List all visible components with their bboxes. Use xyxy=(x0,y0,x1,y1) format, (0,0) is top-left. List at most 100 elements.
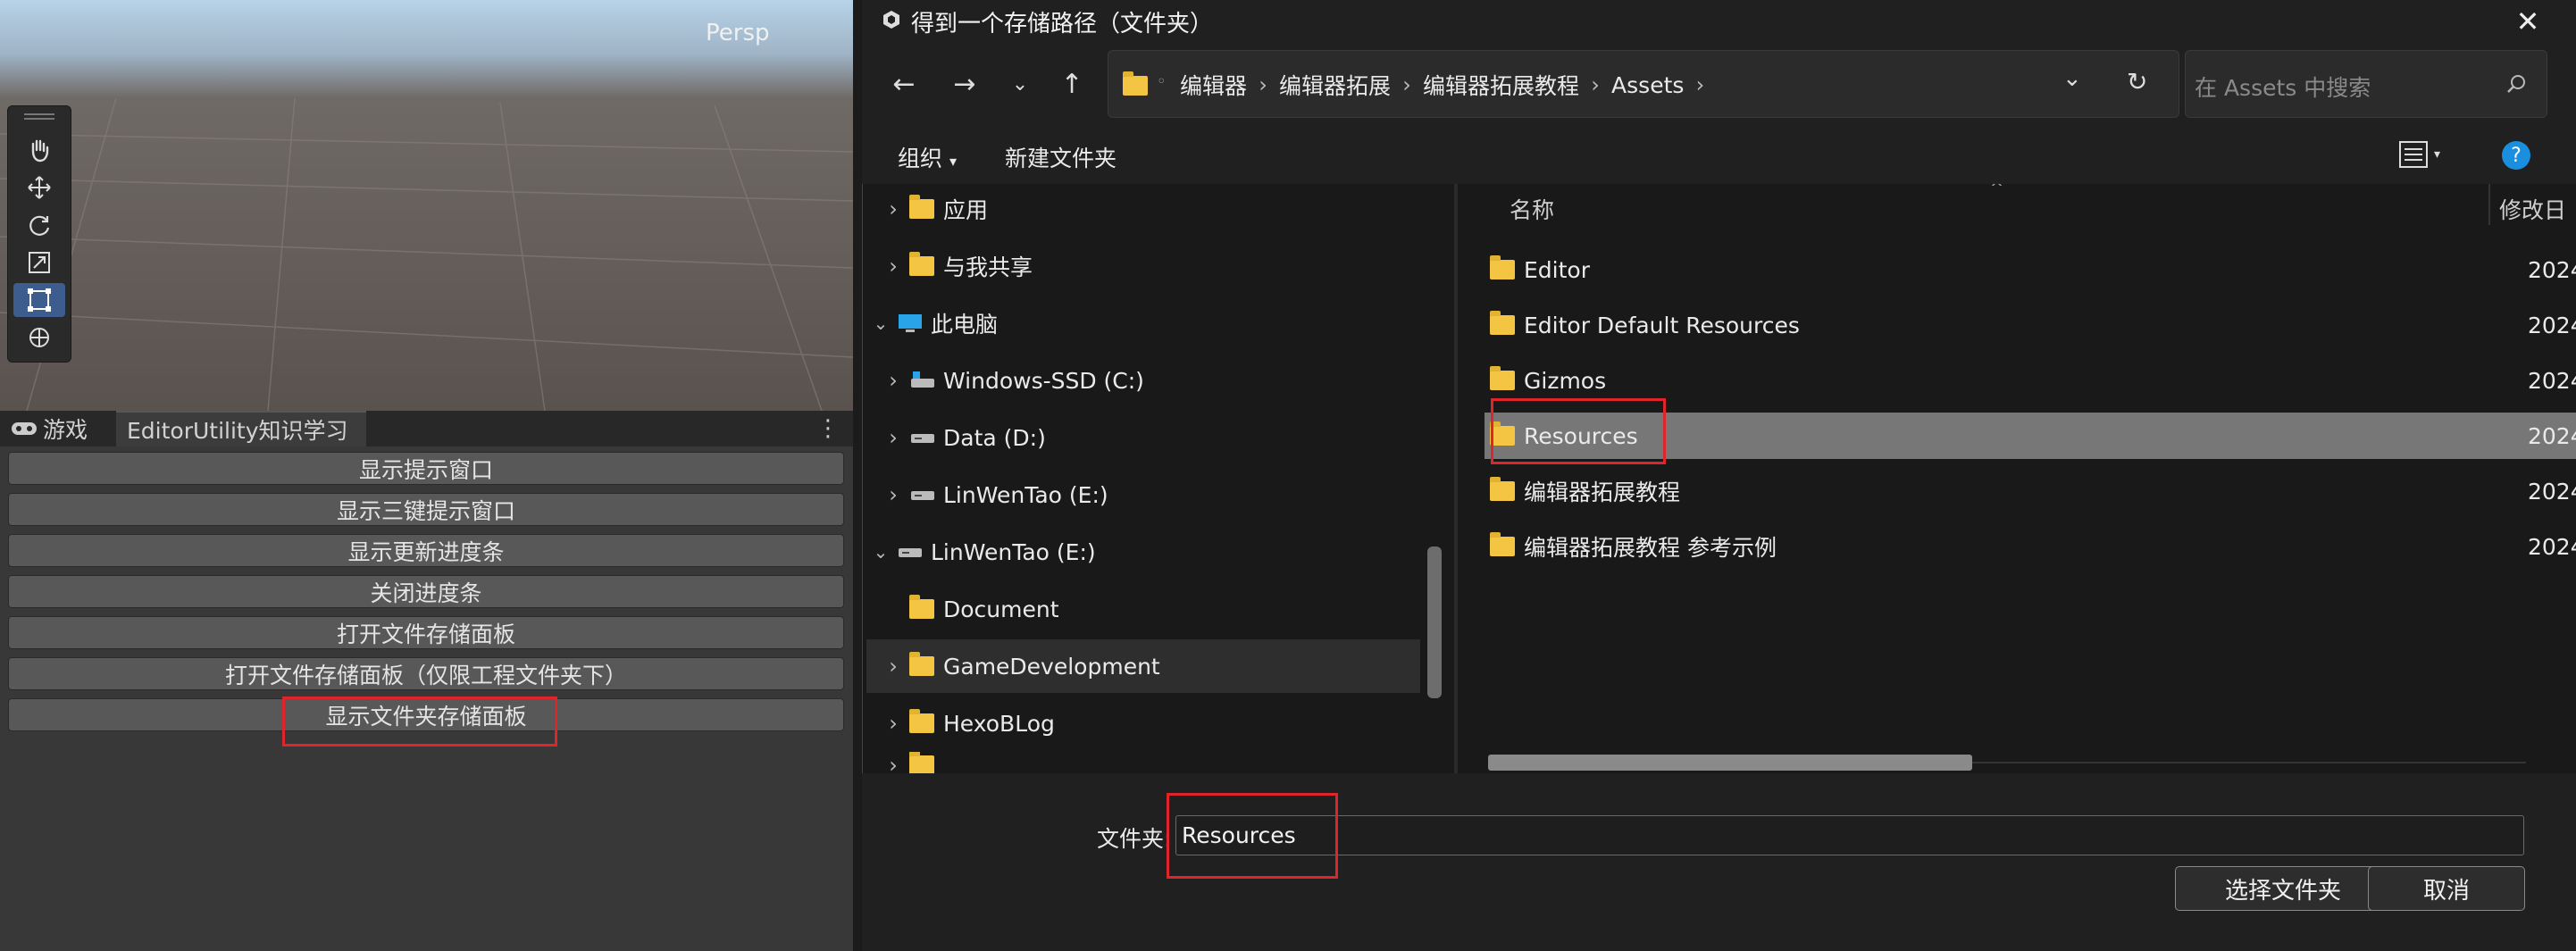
address-dropdown-icon[interactable]: ⌄ xyxy=(2062,65,2082,92)
file-date: 2024/ xyxy=(2528,312,2576,338)
nav-item-drive-d[interactable]: › Data (D:) xyxy=(866,411,1420,464)
nav-item-apps[interactable]: › 应用 xyxy=(866,184,1420,236)
tab-menu-icon[interactable]: ⋮ xyxy=(815,411,841,446)
persp-label[interactable]: Persp xyxy=(706,20,770,46)
breadcrumb-item[interactable]: 编辑器拓展 xyxy=(1279,69,1391,101)
clear-progress-bar-button[interactable]: 关闭进度条 xyxy=(8,575,844,608)
move-tool-button[interactable] xyxy=(13,171,65,204)
breadcrumb-chevron-icon[interactable]: › xyxy=(1247,72,1279,97)
scene-view[interactable]: Persp xyxy=(0,0,853,411)
search-box[interactable]: 在 Assets 中搜索 xyxy=(2185,50,2547,118)
file-date: 2024/ xyxy=(2528,367,2576,394)
command-bar: 组织 ▾ 新建文件夹 ▾ ? xyxy=(862,132,2576,184)
folder-icon xyxy=(909,709,934,733)
nav-item-drive-e[interactable]: › LinWenTao (E:) xyxy=(866,468,1420,521)
organize-dropdown-icon: ▾ xyxy=(949,153,957,170)
breadcrumb-item[interactable]: Assets xyxy=(1611,72,1684,98)
hand-tool-button[interactable] xyxy=(13,133,65,167)
nav-item-label: Windows-SSD (C:) xyxy=(943,367,1144,394)
expand-chevron-icon[interactable]: › xyxy=(877,368,909,393)
folder-icon xyxy=(909,195,934,219)
drive-icon xyxy=(899,548,922,557)
forward-icon[interactable]: → xyxy=(947,66,983,102)
file-date: 2024/ xyxy=(2528,256,2576,283)
folder-icon xyxy=(909,252,934,276)
file-row-resources[interactable]: Resources 2024/ xyxy=(1485,413,2576,459)
address-bar[interactable]: ◦ 编辑器 › 编辑器拓展 › 编辑器拓展教程 › Assets › ⌄ ↻ xyxy=(1108,50,2179,118)
nav-item-label: 应用 xyxy=(943,197,989,223)
nav-item-drive-e-expanded[interactable]: ⌄ LinWenTao (E:) xyxy=(866,525,1420,579)
nav-item-drive-c[interactable]: › Windows-SSD (C:) xyxy=(866,354,1420,407)
nav-item-this-pc[interactable]: ⌄ 此电脑 xyxy=(866,296,1420,350)
nav-item-label: Data (D:) xyxy=(943,424,1046,451)
expand-chevron-icon[interactable]: › xyxy=(877,254,909,279)
rotate-icon xyxy=(29,215,50,236)
scale-tool-button[interactable] xyxy=(13,246,65,279)
column-header-row: 名称 ^ 修改日 xyxy=(1458,184,2576,229)
open-project-file-panel-button[interactable]: 打开文件存储面板（仅限工程文件夹下） xyxy=(8,657,844,690)
nav-item-gamedevelopment[interactable]: › GameDevelopment xyxy=(866,639,1420,693)
nav-item-label: LinWenTao (E:) xyxy=(931,538,1096,565)
show-progress-bar-button[interactable]: 显示更新进度条 xyxy=(8,534,844,567)
select-folder-button[interactable]: 选择文件夹 xyxy=(2175,866,2391,911)
expand-chevron-icon[interactable]: › xyxy=(877,654,909,679)
modified-column-header[interactable]: 修改日 xyxy=(2499,193,2566,225)
show-folder-panel-button[interactable]: 显示文件夹存储面板 xyxy=(8,698,844,731)
view-options-button[interactable]: ▾ xyxy=(2398,139,2440,170)
file-row-editor-extension-example[interactable]: 编辑器拓展教程 参考示例 2024/ xyxy=(1485,523,2576,570)
rect-tool-button[interactable] xyxy=(13,283,65,317)
refresh-icon[interactable]: ↻ xyxy=(2127,67,2147,96)
breadcrumb-chevron-icon[interactable]: › xyxy=(1391,72,1423,97)
breadcrumb-chevron-icon[interactable]: › xyxy=(1579,72,1611,97)
drive-icon xyxy=(911,434,934,443)
tab-editorutility-label: EditorUtility知识学习 xyxy=(127,418,348,444)
up-icon[interactable]: ↑ xyxy=(1054,66,1090,102)
nav-item-document[interactable]: Document xyxy=(866,582,1420,636)
cancel-button[interactable]: 取消 xyxy=(2368,866,2525,911)
nav-item-label: HexoBLog xyxy=(943,710,1055,737)
file-row-editor-default-resources[interactable]: Editor Default Resources 2024/ xyxy=(1485,302,2576,348)
horizontal-scrollbar[interactable] xyxy=(1488,755,1972,771)
new-folder-button[interactable]: 新建文件夹 xyxy=(1005,141,1117,173)
expand-chevron-icon[interactable]: › xyxy=(877,711,909,736)
toolbar-grip[interactable] xyxy=(24,113,54,115)
show-dialog-button[interactable]: 显示提示窗口 xyxy=(8,452,844,485)
file-row-editor[interactable]: Editor 2024/ xyxy=(1485,246,2576,293)
file-row-editor-extension-tutorial[interactable]: 编辑器拓展教程 2024/ xyxy=(1485,468,2576,514)
system-drive-icon xyxy=(911,371,934,388)
nav-item-partial[interactable]: › xyxy=(866,752,1420,773)
breadcrumb: 编辑器 › 编辑器拓展 › 编辑器拓展教程 › Assets › xyxy=(1180,69,1716,101)
file-row-gizmos[interactable]: Gizmos 2024/ xyxy=(1485,357,2576,404)
tab-editorutility[interactable]: EditorUtility知识学习 xyxy=(116,411,366,446)
file-list-pane: 名称 ^ 修改日 Editor 2024/ Editor Default Res… xyxy=(1458,184,2576,773)
expand-chevron-icon[interactable]: › xyxy=(877,196,909,221)
expand-chevron-icon[interactable]: › xyxy=(877,753,909,773)
recent-locations-chevron-icon[interactable]: ⌄ xyxy=(1002,66,1038,102)
breadcrumb-chevron-icon[interactable]: › xyxy=(1684,72,1716,97)
open-file-panel-button[interactable]: 打开文件存储面板 xyxy=(8,616,844,649)
expand-chevron-icon[interactable]: › xyxy=(877,482,909,507)
back-icon[interactable]: ← xyxy=(886,66,922,102)
folder-name-input[interactable]: Resources xyxy=(1175,815,2524,855)
show-complex-dialog-button[interactable]: 显示三键提示窗口 xyxy=(8,493,844,526)
transform-tool-button[interactable] xyxy=(13,321,65,355)
name-column-header[interactable]: 名称 xyxy=(1510,193,1554,225)
collapse-chevron-icon[interactable]: ⌄ xyxy=(866,541,897,563)
expand-chevron-icon[interactable]: › xyxy=(877,425,909,450)
rotate-tool-button[interactable] xyxy=(13,208,65,242)
breadcrumb-item[interactable]: 编辑器拓展教程 xyxy=(1423,69,1579,101)
nav-item-hexoblog[interactable]: › HexoBLog xyxy=(866,697,1420,750)
organize-button[interactable]: 组织 ▾ xyxy=(898,141,957,173)
column-divider[interactable] xyxy=(2488,184,2490,225)
nav-scrollbar[interactable] xyxy=(1427,546,1442,698)
close-icon[interactable]: ✕ xyxy=(2501,2,2555,41)
help-icon[interactable]: ? xyxy=(2502,141,2530,170)
file-date: 2024/ xyxy=(2528,478,2576,505)
folder-icon xyxy=(1490,255,1515,279)
collapse-chevron-icon[interactable]: ⌄ xyxy=(866,313,897,334)
breadcrumb-item[interactable]: 编辑器 xyxy=(1180,69,1247,101)
computer-icon xyxy=(899,314,922,332)
search-icon xyxy=(2507,75,2525,93)
tab-game[interactable]: 游戏 xyxy=(0,411,98,446)
nav-item-shared[interactable]: › 与我共享 xyxy=(866,239,1420,293)
